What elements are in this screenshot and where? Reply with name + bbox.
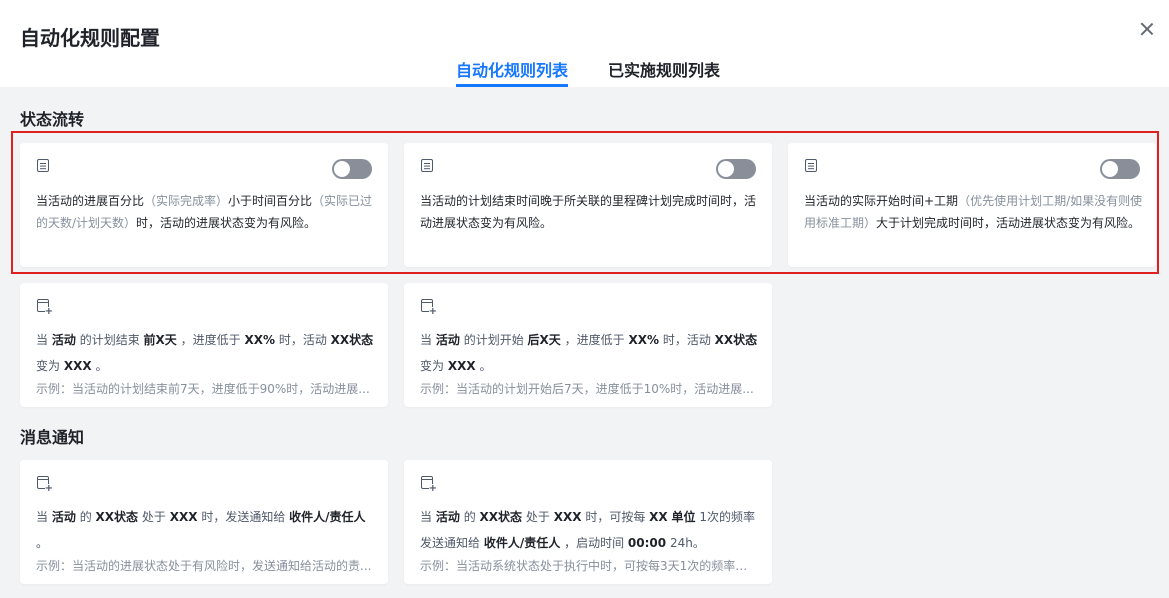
rule-template-text: 当 活动 的计划开始 后X天 ，进度低于 XX% 时，活动 XX状态 变为 XX…	[420, 333, 758, 373]
dialog-header: 自动化规则配置 自动化规则列表 已实施规则列表	[0, 0, 1169, 87]
list-icon	[37, 159, 49, 172]
rule-card[interactable]: 当活动的进展百分比（实际完成率）小于时间百分比（实际已过的天数/计划天数）时，活…	[20, 143, 388, 267]
rule-description: 当活动的进展百分比（实际完成率）小于时间百分比（实际已过的天数/计划天数）时，活…	[36, 194, 373, 230]
active-tab-indicator	[456, 84, 568, 87]
calendar-add-icon	[37, 299, 53, 317]
notify-example: 示例：当活动系统状态处于执行中时，可按每3天1次的频率发...	[420, 559, 756, 573]
rule-card[interactable]: 当活动的计划结束时间晚于所关联的里程碑计划完成时间时，活动进展状态变为有风险。	[404, 143, 772, 267]
rule-description: 当活动的计划结束时间晚于所关联的里程碑计划完成时间时，活动进展状态变为有风险。	[420, 194, 757, 230]
section-title-notify: 消息通知	[20, 428, 85, 447]
notify-example: 示例：当活动的进展状态处于有风险时，发送通知给活动的责...	[36, 559, 372, 573]
notify-template-text: 当 活动 的 XX状态 处于 XXX 时，发送通知给 收件人/责任人 。	[36, 510, 366, 550]
rule-description: 当活动的实际开始时间+工期（优先使用计划工期/如果没有则使用标准工期）大于计划完…	[804, 194, 1143, 230]
rule-example: 示例：当活动的计划结束前7天，进度低于90%时，活动进展...	[36, 382, 370, 396]
calendar-add-icon	[37, 476, 53, 494]
rule-toggle[interactable]	[1100, 159, 1140, 179]
rule-toggle[interactable]	[716, 159, 756, 179]
dialog-title: 自动化规则配置	[20, 26, 160, 50]
tab-implemented-rules[interactable]: 已实施规则列表	[608, 57, 720, 81]
rule-template-text: 当 活动 的计划结束 前X天 ，进度低于 XX% 时，活动 XX状态 变为 XX…	[36, 333, 374, 373]
rule-template-card[interactable]: 当 活动 的计划开始 后X天 ，进度低于 XX% 时，活动 XX状态 变为 XX…	[404, 283, 772, 407]
rule-card[interactable]: 当活动的实际开始时间+工期（优先使用计划工期/如果没有则使用标准工期）大于计划完…	[788, 143, 1156, 267]
section-title-status: 状态流转	[20, 110, 85, 129]
tab-automation-rules[interactable]: 自动化规则列表	[456, 57, 568, 81]
rule-example: 示例：当活动的计划开始后7天，进度低于10%时，活动进展...	[420, 382, 754, 396]
notify-template-text: 当 活动 的 XX状态 处于 XXX 时，可按每 XX 单位 1次的频率发送通知…	[420, 510, 755, 550]
rule-template-card[interactable]: 当 活动 的计划结束 前X天 ，进度低于 XX% 时，活动 XX状态 变为 XX…	[20, 283, 388, 407]
calendar-add-icon	[421, 299, 437, 317]
notify-template-card[interactable]: 当 活动 的 XX状态 处于 XXX 时，可按每 XX 单位 1次的频率发送通知…	[404, 460, 772, 584]
list-icon	[421, 159, 433, 172]
rule-toggle[interactable]	[332, 159, 372, 179]
notify-template-card[interactable]: 当 活动 的 XX状态 处于 XXX 时，发送通知给 收件人/责任人 。 示例：…	[20, 460, 388, 584]
close-icon[interactable]	[1138, 20, 1156, 38]
calendar-add-icon	[421, 476, 437, 494]
list-icon	[805, 159, 817, 172]
